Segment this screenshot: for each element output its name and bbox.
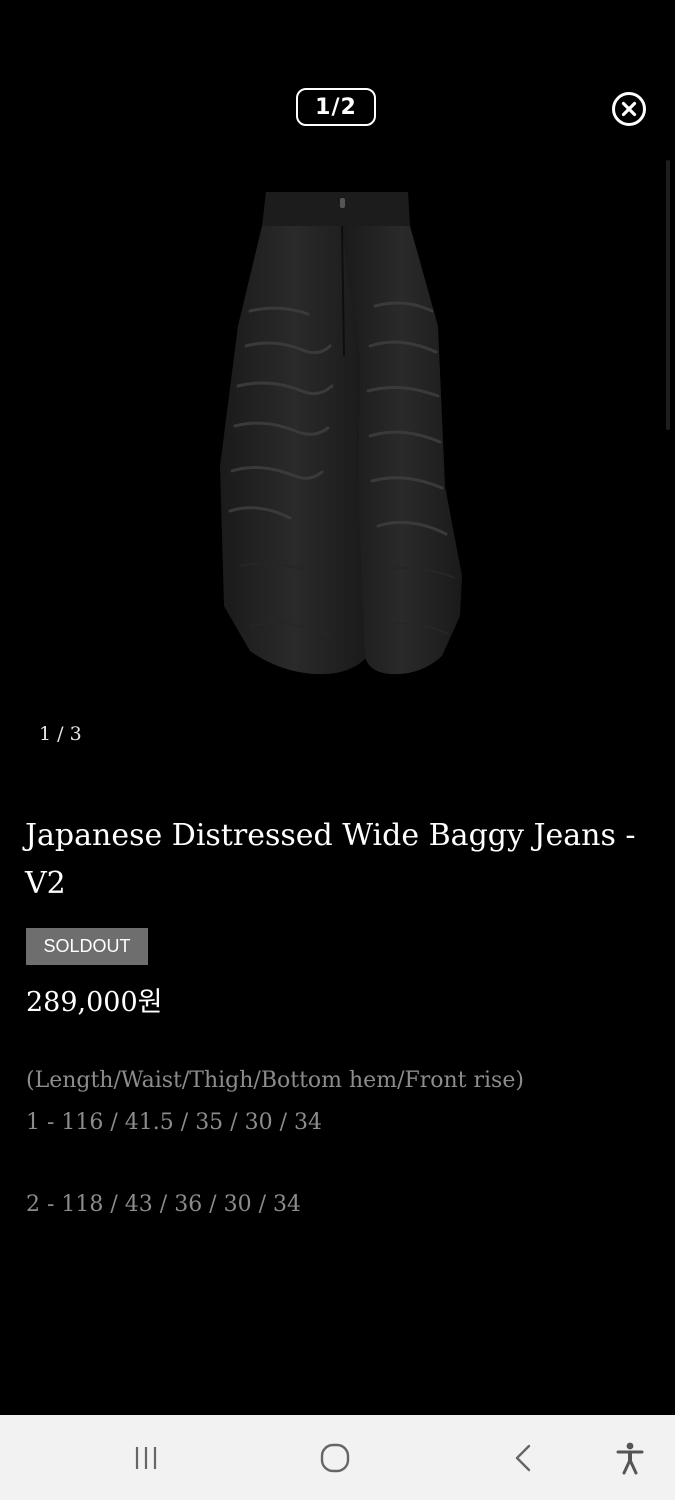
back-icon xyxy=(515,1444,531,1471)
accessibility-button[interactable] xyxy=(590,1415,670,1500)
back-button[interactable] xyxy=(484,1415,564,1500)
image-counter: 1 / 3 xyxy=(39,723,82,745)
size-specs: (Length/Waist/Thigh/Bottom hem/Front ris… xyxy=(26,1060,524,1226)
status-badge: SOLDOUT xyxy=(26,928,148,965)
scrollbar[interactable] xyxy=(666,160,670,430)
product-title: Japanese Distressed Wide Baggy Jeans - V… xyxy=(25,818,636,901)
specs-header: (Length/Waist/Thigh/Bottom hem/Front ris… xyxy=(26,1068,524,1093)
home-button[interactable] xyxy=(295,1415,375,1500)
product-price: 289,000원 xyxy=(26,987,163,1018)
image-pager: 1/2 xyxy=(296,88,376,126)
accessibility-icon xyxy=(616,1442,644,1474)
jeans-image xyxy=(220,192,462,675)
close-circle-icon xyxy=(612,92,646,126)
close-button[interactable] xyxy=(611,91,647,127)
size-row: 2 - 118 / 43 / 36 / 30 / 34 xyxy=(26,1192,301,1217)
product-image[interactable] xyxy=(210,186,475,681)
size-row: 1 - 116 / 41.5 / 35 / 30 / 34 xyxy=(26,1110,322,1135)
recent-apps-button[interactable] xyxy=(106,1415,186,1500)
product-page: 1/2 1 / 3 Japanese Distressed Wide Baggy… xyxy=(0,0,675,1500)
recent-apps-icon xyxy=(135,1446,157,1469)
home-icon xyxy=(320,1443,350,1472)
system-nav-bar xyxy=(0,1415,675,1500)
